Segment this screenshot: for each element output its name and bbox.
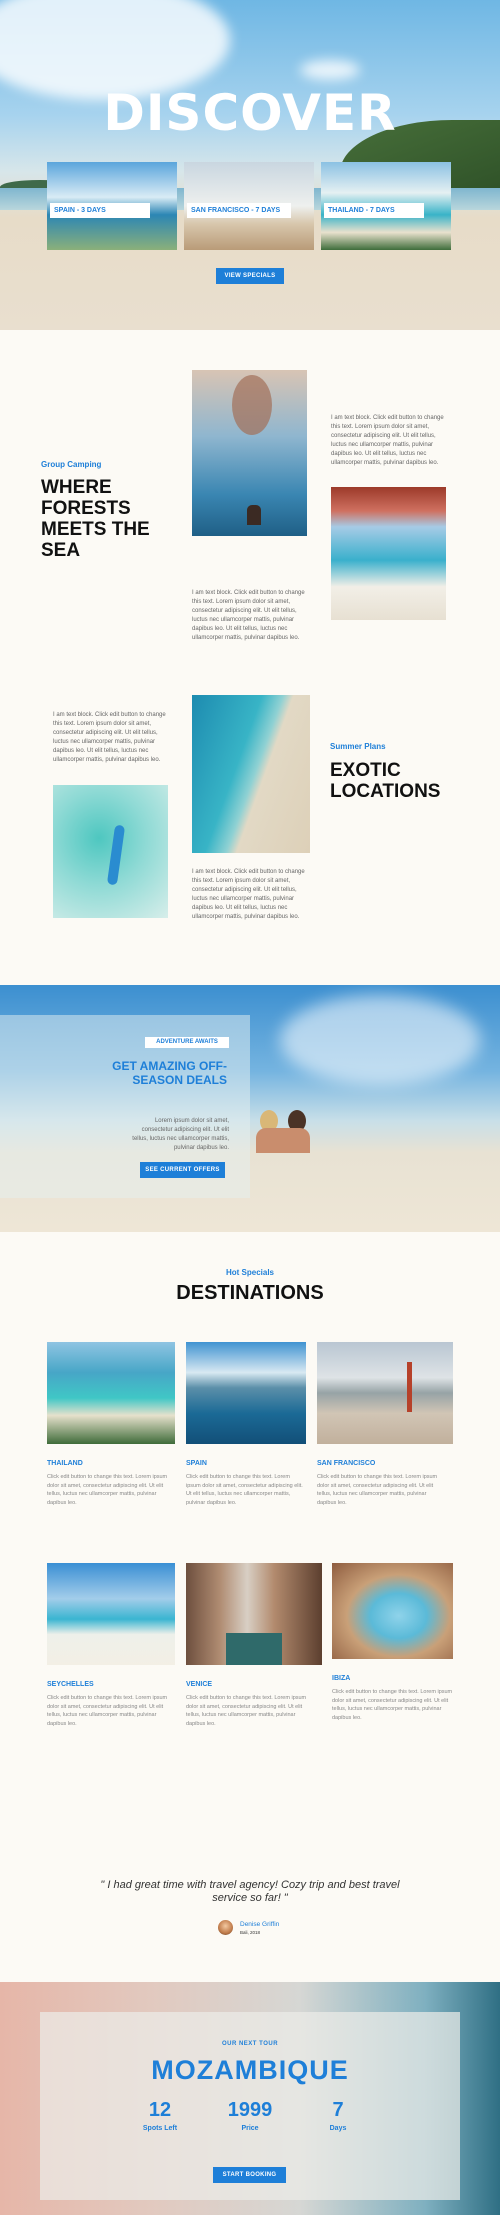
- see-current-offers-button[interactable]: SEE CURRENT OFFERS: [140, 1162, 225, 1178]
- stat-label-days: Days: [329, 2125, 347, 2132]
- tour-card-san-francisco[interactable]: SAN FRANCISCO - 7 DAYS: [184, 162, 314, 250]
- infinity-pool-photo: [192, 370, 307, 536]
- avatar: [218, 1920, 233, 1935]
- stat-label-spots: Spots Left: [142, 2125, 178, 2132]
- offer-section: ADVENTURE AWAITS GET AMAZING OFF-SEASON …: [0, 985, 500, 1232]
- exotic-section: I am text block. Click edit button to ch…: [0, 655, 500, 985]
- paddleboard-photo: [53, 785, 168, 918]
- offer-title: GET AMAZING OFF-SEASON DEALS: [112, 1059, 227, 1087]
- destination-text: Click edit button to change this text. L…: [332, 1689, 453, 1721]
- camping-title: WHERE FORESTS MEETS THE SEA: [41, 477, 150, 561]
- tour-card-label: THAILAND - 7 DAYS: [324, 203, 424, 218]
- testimonial-section: " I had great time with travel agency! C…: [0, 1852, 500, 1982]
- view-specials-button[interactable]: VIEW SPECIALS: [216, 268, 284, 284]
- next-tour-title: MOZAMBIQUE: [151, 2055, 349, 2085]
- stat-value-price: 1999: [227, 2099, 273, 2121]
- bridge-tower-shape: [407, 1362, 412, 1412]
- destination-text: Click edit button to change this text. L…: [317, 1474, 438, 1506]
- testimonial-quote: " I had great time with travel agency! C…: [100, 1879, 400, 1904]
- destination-text: Click edit button to change this text. L…: [186, 1695, 307, 1727]
- tour-card-spain[interactable]: SPAIN - 3 DAYS: [47, 162, 177, 250]
- destination-name: SPAIN: [186, 1460, 207, 1467]
- canal-shape: [226, 1633, 282, 1665]
- beach-arch-photo: [331, 487, 446, 620]
- destinations-kicker: Hot Specials: [225, 1268, 274, 1277]
- destination-text: Click edit button to change this text. L…: [47, 1695, 168, 1727]
- camping-kicker: Group Camping: [41, 460, 102, 469]
- stat-value-days: 7: [332, 2099, 344, 2121]
- testimonial-meta: Bali, 2018: [240, 1930, 261, 1935]
- aerial-beach-photo: [192, 695, 310, 853]
- testimonial-name: Denise Griffin: [240, 1921, 280, 1928]
- destination-card-spain[interactable]: [186, 1342, 306, 1444]
- hero-section: DISCOVER SPAIN - 3 DAYS SAN FRANCISCO - …: [0, 0, 500, 330]
- couple-shape: [240, 1110, 320, 1155]
- destination-card-seychelles[interactable]: [47, 1563, 175, 1665]
- camping-text-1: I am text block. Click edit button to ch…: [331, 415, 444, 466]
- tour-card-label: SAN FRANCISCO - 7 DAYS: [187, 203, 291, 218]
- hero-title: DISCOVER: [103, 84, 397, 142]
- offer-badge: ADVENTURE AWAITS: [145, 1037, 229, 1048]
- tree-shape: [232, 375, 272, 435]
- camping-section: Group Camping WHERE FORESTS MEETS THE SE…: [0, 330, 500, 655]
- tour-card-thailand[interactable]: THAILAND - 7 DAYS: [321, 162, 451, 250]
- destination-card-ibiza[interactable]: [332, 1563, 453, 1659]
- destination-name: SEYCHELLES: [47, 1681, 94, 1688]
- next-tour-kicker: OUR NEXT TOUR: [221, 2041, 279, 2047]
- tour-card-label: SPAIN - 3 DAYS: [50, 203, 150, 218]
- destination-name: IBIZA: [332, 1675, 351, 1682]
- destination-text: Click edit button to change this text. L…: [186, 1474, 303, 1506]
- person-shape: [247, 505, 261, 525]
- destinations-section: Hot Specials DESTINATIONS THAILAND Click…: [0, 1232, 500, 1852]
- camping-text-2: I am text block. Click edit button to ch…: [192, 590, 305, 641]
- destination-name: SAN FRANCISCO: [317, 1460, 376, 1467]
- exotic-title: EXOTIC LOCATIONS: [330, 760, 441, 802]
- exotic-kicker: Summer Plans: [330, 742, 386, 751]
- exotic-text-2: I am text block. Click edit button to ch…: [192, 869, 305, 920]
- cloud-shape: [280, 995, 480, 1085]
- offer-text: Lorem ipsum dolor sit amet, consectetur …: [132, 1118, 229, 1151]
- paddleboard-shape: [106, 824, 126, 886]
- destination-name: THAILAND: [47, 1460, 83, 1467]
- destination-card-thailand[interactable]: [47, 1342, 175, 1444]
- destination-text: Click edit button to change this text. L…: [47, 1474, 168, 1506]
- cloud-shape: [300, 60, 360, 80]
- stat-label-price: Price: [241, 2125, 259, 2132]
- destinations-title: DESTINATIONS: [176, 1282, 324, 1304]
- start-booking-button[interactable]: START BOOKING: [213, 2167, 286, 2183]
- destination-card-venice[interactable]: [186, 1563, 322, 1665]
- next-tour-section: OUR NEXT TOUR MOZAMBIQUE 12 Spots Left 1…: [0, 1982, 500, 2215]
- destination-name: VENICE: [186, 1681, 213, 1688]
- stat-value-spots: 12: [148, 2099, 172, 2121]
- exotic-text-1: I am text block. Click edit button to ch…: [53, 712, 166, 763]
- destination-card-san-francisco[interactable]: [317, 1342, 453, 1444]
